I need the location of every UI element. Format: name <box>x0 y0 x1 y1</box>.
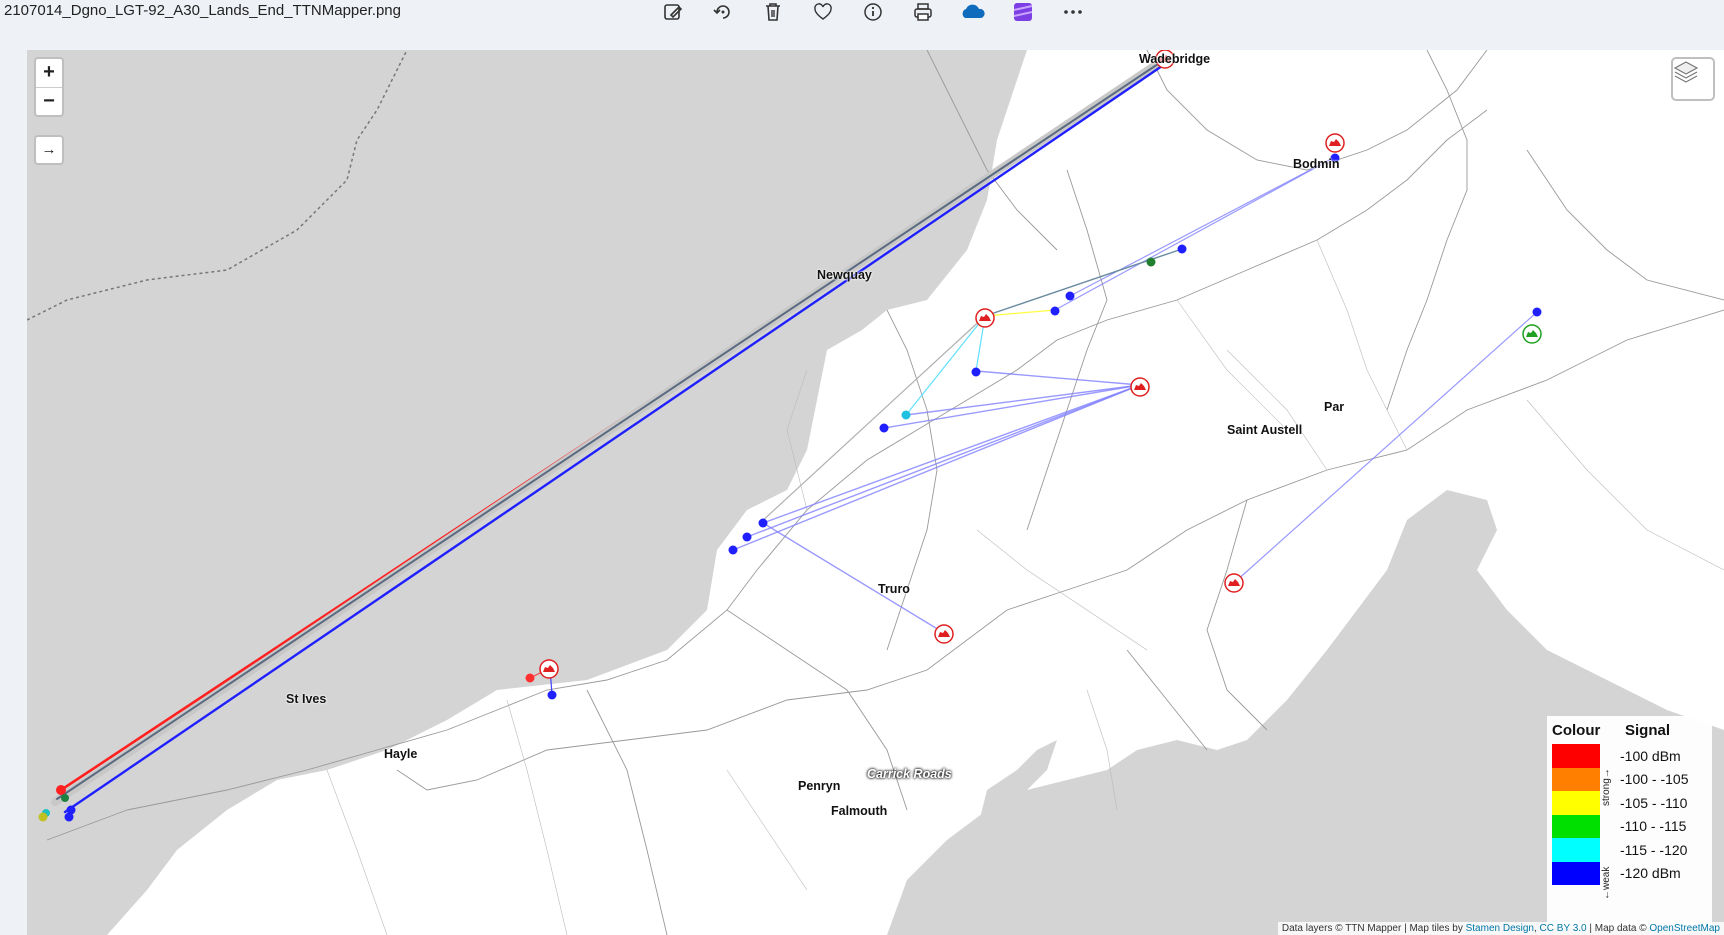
attribution-text: Data layers © TTN Mapper | Map tiles by <box>1281 923 1463 934</box>
legend-swatch <box>1552 767 1600 791</box>
file-name: 2107014_Dgno_LGT-92_A30_Lands_End_TTNMap… <box>4 2 401 19</box>
favorite-icon[interactable] <box>810 0 836 24</box>
zoom-in-button[interactable]: + <box>36 59 62 87</box>
delete-icon[interactable] <box>760 0 786 24</box>
place-penryn: Penryn <box>798 779 841 793</box>
legend-swatch <box>1552 838 1600 862</box>
place-carrick-roads: Carrick Roads <box>867 767 952 781</box>
clipchamp-icon[interactable] <box>1010 0 1036 24</box>
legend-label: -120 dBm <box>1620 865 1681 882</box>
edit-image-icon[interactable] <box>660 0 686 24</box>
layers-button[interactable] <box>1671 57 1715 101</box>
cc-by-link[interactable]: CC BY 3.0 <box>1540 923 1587 934</box>
zoom-control: + − <box>34 57 64 117</box>
legend-row: -100 - -105 <box>1552 767 1707 791</box>
legend-label: -115 - -120 <box>1620 841 1688 858</box>
place-bodmin: Bodmin <box>1293 157 1340 171</box>
legend-signal-header: Signal <box>1625 722 1671 739</box>
legend-row: -120 dBm <box>1552 861 1707 885</box>
legend-weak-label: ←weak <box>1601 866 1612 900</box>
legend-row: -115 - -120 <box>1552 838 1707 862</box>
legend-colour-header: Colour <box>1552 722 1601 739</box>
place-wadebridge: Wadebridge <box>1139 52 1211 66</box>
attribution-text-mid: | Map data © <box>1589 923 1647 934</box>
attribution-separator: , <box>1533 923 1537 934</box>
map-attribution: Data layers © TTN Mapper | Map tiles by … <box>1277 922 1724 935</box>
place-saint-austell: Saint Austell <box>1227 423 1303 437</box>
legend-strong-label: strong→ <box>1601 768 1612 806</box>
info-icon[interactable] <box>860 0 886 24</box>
place-newquay: Newquay <box>817 268 872 282</box>
legend-swatch <box>1552 861 1600 885</box>
place-falmouth: Falmouth <box>831 804 888 818</box>
legend-row: -105 - -110 <box>1552 791 1707 815</box>
legend-label: -110 - -115 <box>1620 818 1687 835</box>
rotate-icon[interactable] <box>710 0 736 24</box>
legend-swatch <box>1552 791 1600 815</box>
legend-swatch <box>1552 814 1600 838</box>
sea <box>27 50 1027 935</box>
print-icon[interactable] <box>910 0 936 24</box>
map-canvas <box>27 50 1724 935</box>
onedrive-icon[interactable] <box>960 0 986 24</box>
stamen-link[interactable]: Stamen Design <box>1466 923 1534 934</box>
map-view[interactable]: Wadebridge Bodmin Newquay Par Saint Aust… <box>27 50 1724 935</box>
layers-icon <box>1673 61 1699 83</box>
legend-row: -110 - -115 <box>1552 814 1707 838</box>
title-bar: 2107014_Dgno_LGT-92_A30_Lands_End_TTNMap… <box>0 0 1724 50</box>
legend-row: -100 dBm <box>1552 744 1707 768</box>
signal-legend: Colour Signal strong→ ←weak -100 dBm -10… <box>1547 716 1712 928</box>
place-truro: Truro <box>878 582 910 596</box>
zoom-out-button[interactable]: − <box>36 87 62 115</box>
legend-label: -100 dBm <box>1620 747 1681 764</box>
expand-button[interactable]: → <box>34 135 64 165</box>
legend-label: -100 - -105 <box>1620 771 1689 788</box>
toolbar <box>660 0 1110 24</box>
place-par: Par <box>1324 400 1345 414</box>
more-icon[interactable] <box>1060 0 1086 24</box>
legend-label: -105 - -110 <box>1620 794 1688 811</box>
place-st-ives: St Ives <box>286 692 327 706</box>
legend-swatch <box>1552 744 1600 768</box>
place-hayle: Hayle <box>384 747 418 761</box>
openstreetmap-link[interactable]: OpenStreetMap <box>1649 923 1720 934</box>
